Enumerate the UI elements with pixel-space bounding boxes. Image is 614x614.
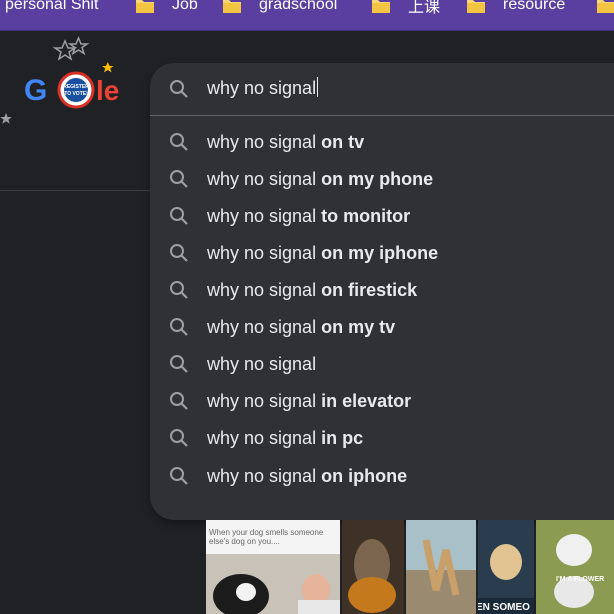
search-icon [169, 317, 189, 342]
search-box[interactable]: why no signal [150, 63, 614, 115]
image-thumbnail[interactable] [406, 520, 476, 614]
bookmarks-bar: personal Shit Job gradschool 上课 resource [0, 0, 614, 31]
folder-icon [467, 0, 485, 13]
bookmark-label: resource [503, 0, 566, 13]
suggestion-base: why no signal [207, 317, 317, 337]
suggestion-base: why no signal [207, 169, 317, 189]
suggestion-suffix: in pc [321, 428, 364, 448]
svg-text:le: le [96, 75, 119, 106]
suggestion-base: why no signal [207, 206, 317, 226]
suggestion-base: why no signal [207, 391, 317, 411]
suggestion-base: why no signal [207, 132, 317, 152]
text-caret [317, 77, 319, 97]
search-suggestions-panel: why no signal why no signal on tv why no… [150, 63, 614, 520]
suggestion-suffix: on my tv [321, 317, 396, 337]
search-icon [169, 169, 189, 194]
image-thumbnail[interactable]: I'M A FLOWER [536, 520, 614, 614]
suggestion-suffix: on my iphone [321, 243, 439, 263]
search-query-text: why no signal [207, 78, 317, 98]
suggestion-item[interactable]: why no signal [150, 346, 614, 383]
search-icon [169, 132, 189, 157]
bookmark-label: gradschool [259, 0, 338, 13]
search-icon [169, 354, 189, 379]
suggestion-base: why no signal [207, 428, 317, 448]
suggestion-base: why no signal [207, 466, 317, 486]
bookmark-personal[interactable]: personal Shit [5, 0, 98, 17]
bookmark-overflow[interactable] [597, 0, 614, 17]
bookmark-gradschool[interactable]: gradschool [223, 0, 337, 17]
search-icon [169, 79, 189, 104]
suggestion-suffix: in elevator [321, 391, 412, 411]
suggestion-suffix: on iphone [321, 466, 408, 486]
suggestion-base: why no signal [207, 243, 317, 263]
suggestion-base: why no signal [207, 354, 317, 374]
folder-icon [372, 0, 390, 13]
folder-icon [223, 0, 241, 13]
header-divider [0, 190, 150, 191]
bookmark-label: 上课 [408, 0, 441, 16]
search-input[interactable]: why no signal [207, 77, 319, 99]
bookmark-label: personal Shit [5, 0, 99, 13]
suggestion-item[interactable]: why no signal on tv [150, 124, 614, 161]
suggestion-item[interactable]: why no signal to monitor [150, 198, 614, 235]
image-caption: EN SOMEO [478, 602, 530, 613]
suggestion-item[interactable]: why no signal on my iphone [150, 235, 614, 272]
search-icon [169, 243, 189, 268]
badge-line1: REGISTER [63, 84, 89, 90]
badge-line2: TO VOTE! [64, 91, 88, 97]
bookmark-label: Job [172, 0, 198, 13]
suggestion-item[interactable]: why no signal in elevator [150, 383, 614, 420]
search-icon [169, 280, 189, 305]
search-icon [169, 206, 189, 231]
image-thumbnail[interactable] [342, 520, 404, 614]
suggestion-suffix: on tv [321, 132, 365, 152]
suggestion-item[interactable]: why no signal on firestick [150, 272, 614, 309]
suggestion-item[interactable]: why no signal on iphone [150, 458, 614, 495]
suggestion-suffix: on my phone [321, 169, 434, 189]
svg-text:G: G [24, 74, 47, 107]
suggestion-item[interactable]: why no signal on my phone [150, 161, 614, 198]
folder-icon [136, 0, 154, 13]
suggestion-suffix: to monitor [321, 206, 411, 226]
suggestion-suffix: on firestick [321, 280, 418, 300]
star-icon [0, 112, 12, 130]
search-icon [169, 428, 189, 453]
image-results-strip: When your dog smells someone else's dog … [206, 520, 614, 614]
bookmark-class[interactable]: 上课 [372, 0, 440, 17]
image-thumbnail[interactable]: When your dog smells someone else's dog … [206, 520, 340, 614]
google-doodle-logo[interactable]: G REGISTER TO VOTE! le [24, 34, 134, 124]
image-caption: I'M A FLOWER [556, 576, 605, 583]
image-thumbnail[interactable]: EN SOMEO [478, 520, 534, 614]
suggestion-item[interactable]: why no signal on my tv [150, 309, 614, 346]
bookmark-job[interactable]: Job [136, 0, 198, 17]
search-separator [150, 115, 614, 116]
bookmark-resource[interactable]: resource [467, 0, 565, 17]
search-icon [169, 466, 189, 491]
suggestion-item[interactable]: why no signal in pc [150, 420, 614, 457]
folder-icon [597, 0, 614, 13]
suggestion-base: why no signal [207, 280, 317, 300]
search-icon [169, 391, 189, 416]
